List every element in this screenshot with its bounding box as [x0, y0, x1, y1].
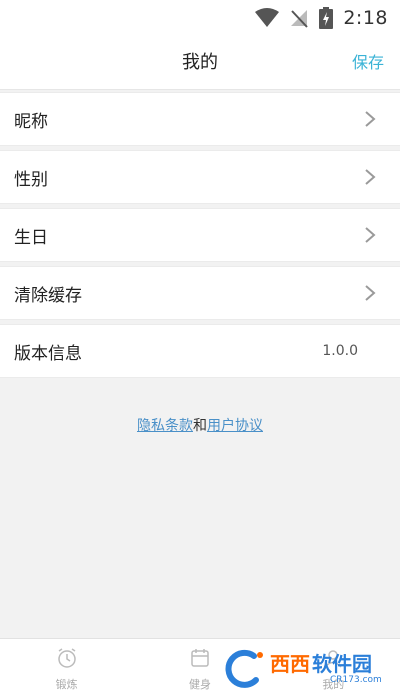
menu-item-nickname[interactable]: 昵称: [0, 92, 400, 146]
menu-item-birthday[interactable]: 生日: [0, 208, 400, 262]
header-bar: 我的 保存: [0, 36, 400, 90]
menu-item-gender[interactable]: 性别: [0, 150, 400, 204]
menu-item-label: 清除缓存: [14, 285, 82, 306]
chevron-right-icon: [364, 110, 376, 128]
status-time: 2:18: [343, 7, 388, 29]
watermark-icon: [222, 646, 268, 692]
menu-item-label: 性别: [14, 169, 48, 190]
wifi-icon: [255, 8, 280, 28]
menu-item-label: 昵称: [14, 111, 48, 132]
version-label: 版本信息: [14, 343, 82, 364]
page-title: 我的: [182, 52, 218, 73]
settings-menu: 昵称 性别 生日 清除缓存 版本信息 1.0.0: [0, 92, 400, 382]
menu-item-label: 生日: [14, 227, 48, 248]
tab-label: 健身: [188, 678, 211, 691]
menu-item-clear-cache[interactable]: 清除缓存: [0, 266, 400, 320]
chevron-right-icon: [364, 168, 376, 186]
chevron-right-icon: [364, 226, 376, 244]
watermark-brand-b: 软件园: [312, 651, 372, 676]
user-agreement-link[interactable]: 用户协议: [207, 418, 263, 434]
chevron-right-icon: [364, 284, 376, 302]
watermark-logo: 西西 软件园 CR173.com: [222, 645, 394, 693]
privacy-policy-link[interactable]: 隐私条款: [137, 418, 193, 434]
no-signal-icon: [289, 8, 309, 28]
menu-item-version: 版本信息 1.0.0: [0, 324, 400, 378]
watermark-url: CR173.com: [330, 674, 382, 685]
battery-charging-icon: [319, 7, 334, 29]
legal-links: 隐私条款和用户协议: [0, 415, 400, 435]
calendar-icon: [189, 647, 211, 673]
links-conjunction: 和: [193, 418, 207, 434]
status-bar: 2:18: [0, 0, 400, 36]
tab-label: 锻炼: [55, 678, 78, 691]
version-value: 1.0.0: [322, 343, 358, 359]
save-button[interactable]: 保存: [352, 36, 384, 90]
watermark-brand-a: 西西: [270, 651, 310, 676]
tab-exercise[interactable]: 锻炼: [0, 639, 133, 700]
alarm-clock-icon: [56, 647, 78, 673]
